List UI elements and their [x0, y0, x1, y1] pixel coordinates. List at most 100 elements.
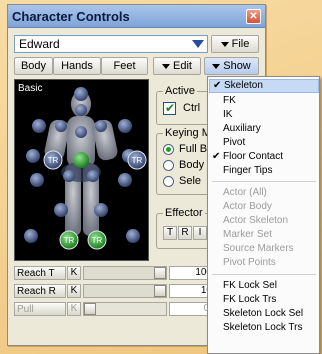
show-button[interactable]: Show: [204, 57, 259, 75]
menu-item-source-markers[interactable]: Source Markers: [209, 242, 319, 256]
reach-t-button[interactable]: Reach T: [14, 266, 66, 280]
file-button-label: File: [231, 38, 250, 50]
pull-slider[interactable]: [83, 302, 167, 316]
reach-t-slider[interactable]: [83, 266, 167, 280]
effector-node-left-shoulder[interactable]: [55, 120, 67, 132]
menu-item-actor-body[interactable]: Actor Body: [209, 200, 319, 214]
effector-node-left-wrist[interactable]: [30, 173, 44, 187]
menu-item-skeleton[interactable]: ✔ Skeleton: [209, 79, 319, 93]
effector-node-left-ankle[interactable]: [24, 229, 38, 243]
pull-button[interactable]: Pull: [14, 302, 66, 316]
ctrl-label: Ctrl: [183, 102, 201, 114]
menu-item-label: IK: [223, 109, 233, 120]
menu-item-actor-all[interactable]: Actor (All): [209, 186, 319, 200]
effector-node-right-wrist[interactable]: [118, 173, 132, 187]
menu-item-finger-tips[interactable]: Finger Tips: [209, 164, 319, 178]
effector-node-neck[interactable]: [75, 104, 87, 116]
dropdown-arrow-icon: [212, 63, 221, 69]
effector-node-right-shoulder[interactable]: [95, 120, 107, 132]
checkmark-icon: ✔: [213, 80, 222, 91]
radio-body-part-label: Body: [179, 159, 205, 171]
menu-item-label: Skeleton: [224, 80, 263, 91]
edit-button[interactable]: Edit: [153, 57, 201, 75]
pull-key-button[interactable]: K: [67, 302, 81, 316]
effector-node-hips[interactable]: [73, 152, 89, 168]
tr-badge-left-foot: TR: [64, 236, 75, 245]
show-menu: ✔ Skeleton FK IK Auxiliary Pivot ✔ Floor C…: [207, 76, 320, 354]
effector-node-left-outer[interactable]: [26, 149, 40, 163]
effector-node-chest[interactable]: [75, 126, 87, 138]
menu-item-ik[interactable]: IK: [209, 108, 319, 122]
effector-node-left-hand-tr[interactable]: TR: [43, 150, 63, 170]
dropdown-arrow-icon: [162, 63, 171, 69]
menu-item-label: Actor Skeleton: [223, 215, 289, 226]
menu-item-label: FK Lock Trs: [223, 294, 277, 305]
tab-body[interactable]: Body: [14, 57, 53, 75]
menu-item-floor-contact[interactable]: ✔ Floor Contact: [209, 150, 319, 164]
effector-node-right-hand-tr[interactable]: TR: [127, 150, 147, 170]
effector-node-left-hip[interactable]: [63, 170, 75, 182]
reach-r-slider[interactable]: [83, 284, 167, 298]
tab-hands[interactable]: Hands: [53, 57, 101, 75]
menu-item-label: Marker Set: [223, 229, 272, 240]
menu-item-label: Skeleton Lock Trs: [223, 322, 303, 333]
menu-item-label: Finger Tips: [223, 165, 273, 176]
active-group-legend: Active: [163, 85, 197, 97]
menu-item-label: Actor Body: [223, 201, 272, 212]
file-button[interactable]: File: [211, 35, 259, 53]
menu-item-label: Actor (All): [223, 187, 267, 198]
effector-r-button[interactable]: R: [178, 226, 192, 240]
effector-node-right-elbow[interactable]: [118, 119, 132, 133]
window-title: Character Controls: [12, 9, 130, 24]
effector-node-right-foot-tr[interactable]: TR: [87, 230, 107, 250]
character-select[interactable]: Edward: [14, 35, 208, 53]
menu-item-pivot[interactable]: Pivot: [209, 136, 319, 150]
slider-thumb[interactable]: [154, 267, 166, 279]
character-figure-panel[interactable]: Basic TR TR TR TR: [14, 79, 149, 261]
menu-item-skeleton-lock-sel[interactable]: Skeleton Lock Sel: [209, 307, 319, 321]
radio-body-part[interactable]: [163, 160, 174, 171]
reach-r-key-button[interactable]: K: [67, 284, 81, 298]
character-skeleton-diagram: TR TR TR TR: [24, 87, 147, 250]
title-bar[interactable]: Character Controls ✕: [8, 5, 265, 28]
menu-item-auxiliary[interactable]: Auxiliary: [209, 122, 319, 136]
menu-item-label: FK Lock Sel: [223, 280, 277, 291]
reach-t-key-button[interactable]: K: [67, 266, 81, 280]
pull-key-label: K: [70, 303, 78, 314]
menu-item-marker-set[interactable]: Marker Set: [209, 228, 319, 242]
menu-item-pivot-points[interactable]: Pivot Points: [209, 256, 319, 270]
menu-separator: [212, 181, 316, 182]
tab-feet[interactable]: Feet: [101, 57, 148, 75]
tr-badge-left-hand: TR: [48, 156, 59, 165]
character-select-value: Edward: [19, 37, 60, 51]
effector-t-label: T: [166, 227, 174, 238]
effector-node-left-knee[interactable]: [54, 203, 68, 217]
ctrl-checkbox[interactable]: ✔: [163, 101, 176, 115]
menu-item-skeleton-lock-trs[interactable]: Skeleton Lock Trs: [209, 321, 319, 335]
menu-item-fk[interactable]: FK: [209, 94, 319, 108]
slider-thumb[interactable]: [154, 285, 166, 297]
menu-item-fk-lock-trs[interactable]: FK Lock Trs: [209, 293, 319, 307]
pull-label: Pull: [17, 304, 34, 315]
effector-node-head[interactable]: [74, 87, 88, 101]
effector-node-right-ankle[interactable]: [126, 229, 140, 243]
tr-badge-right-foot: TR: [92, 236, 103, 245]
reach-r-button[interactable]: Reach R: [14, 284, 66, 298]
slider-thumb[interactable]: [84, 303, 96, 315]
effector-node-right-knee[interactable]: [94, 203, 108, 217]
radio-selection-label: Sele: [179, 175, 202, 187]
effector-i-button[interactable]: I: [193, 226, 207, 240]
radio-full-body-label: Full B: [179, 143, 208, 155]
effector-t-button[interactable]: T: [163, 226, 177, 240]
menu-item-actor-skeleton[interactable]: Actor Skeleton: [209, 214, 319, 228]
radio-full-body[interactable]: [163, 144, 174, 155]
menu-item-label: Source Markers: [223, 243, 294, 254]
effector-node-right-hip[interactable]: [87, 170, 99, 182]
menu-item-fk-lock-sel[interactable]: FK Lock Sel: [209, 279, 319, 293]
close-button[interactable]: ✕: [246, 9, 261, 24]
tab-feet-label: Feet: [113, 60, 136, 72]
effector-node-left-foot-tr[interactable]: TR: [59, 230, 79, 250]
effector-node-left-elbow[interactable]: [32, 119, 46, 133]
radio-selection[interactable]: [163, 176, 174, 187]
menu-item-label: Pivot: [223, 137, 246, 148]
